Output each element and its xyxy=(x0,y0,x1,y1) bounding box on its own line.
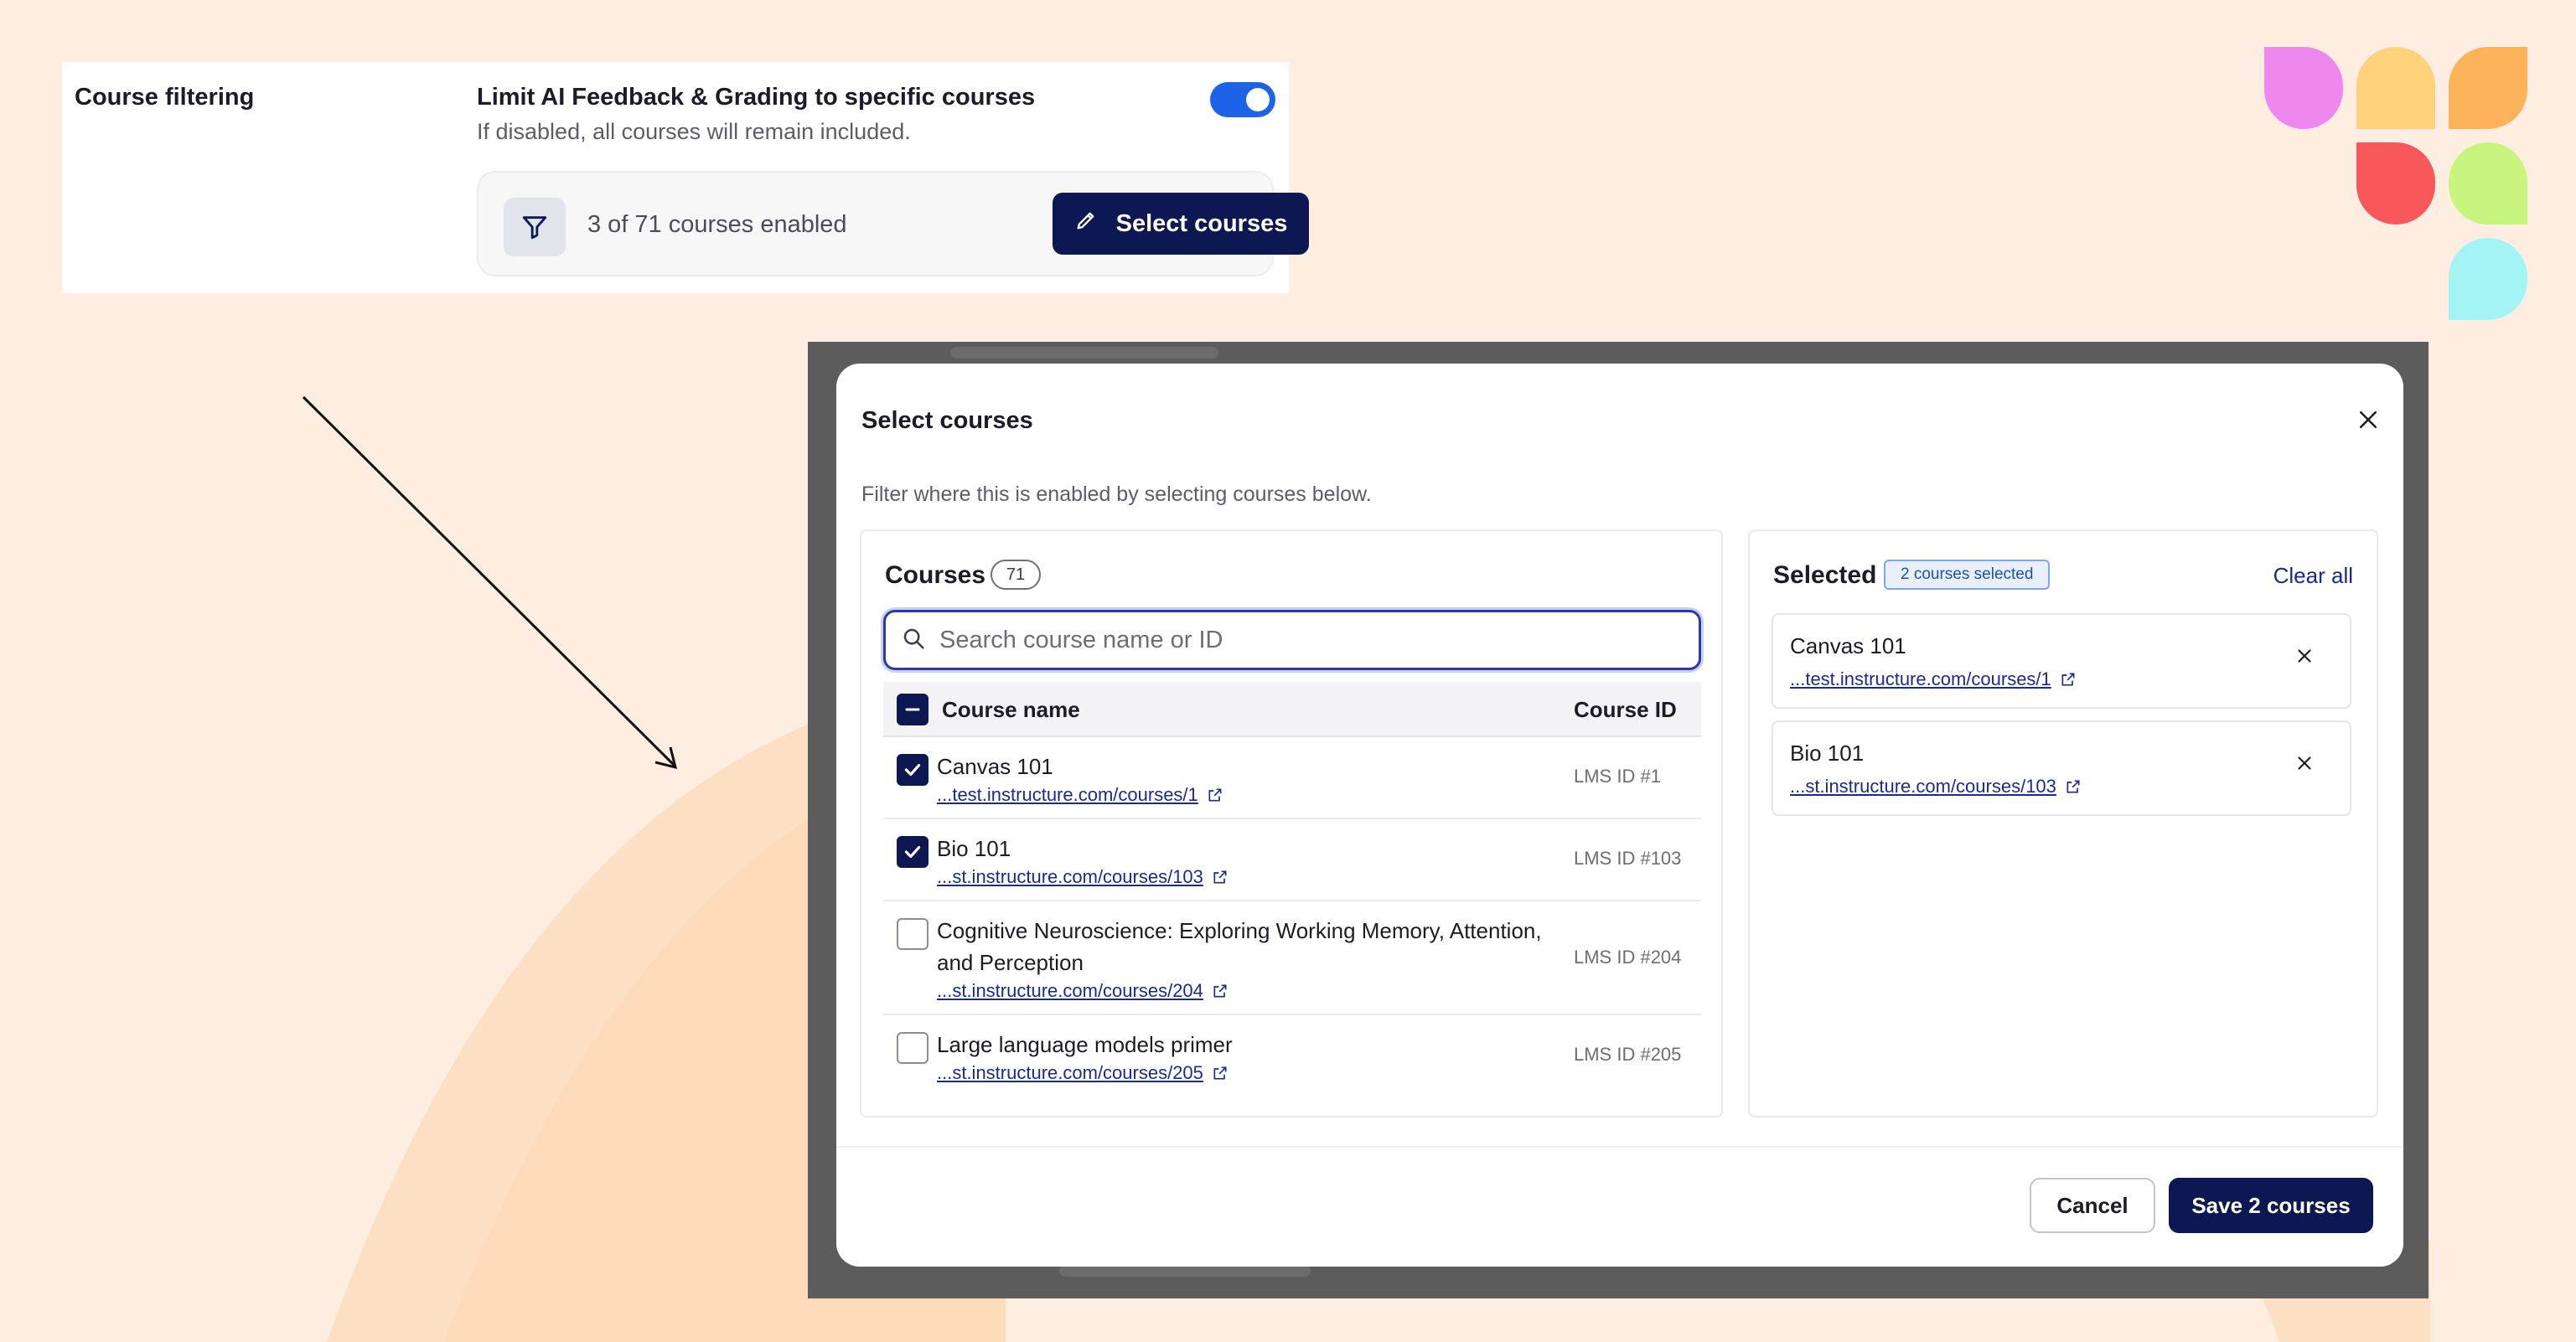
backdrop-ghost-text xyxy=(950,347,1218,359)
course-link[interactable]: ...st.instructure.com/courses/205 xyxy=(937,1062,1229,1084)
logo-red-shape xyxy=(2356,142,2435,225)
courses-enabled-summary: 3 of 71 courses enabled Select courses xyxy=(477,171,1309,276)
courses-table-header: Course name Course ID xyxy=(883,682,1701,737)
courses-enabled-count: 3 of 71 courses enabled xyxy=(587,211,847,238)
course-lms-id: LMS ID #103 xyxy=(1574,848,1682,869)
external-link-icon xyxy=(2066,780,2080,793)
modal-footer: Cancel Save 2 courses xyxy=(836,1146,2403,1267)
course-row[interactable]: Canvas 101 ...test.instructure.com/cours… xyxy=(883,737,1701,819)
logo-yellow-shape xyxy=(2356,47,2435,129)
course-checkbox[interactable] xyxy=(897,1032,928,1064)
selected-course-link[interactable]: ...test.instructure.com/courses/1 xyxy=(1790,668,2077,690)
backdrop-ghost-text xyxy=(1059,1265,1311,1277)
close-icon[interactable] xyxy=(2355,407,2382,434)
course-link[interactable]: ...test.instructure.com/courses/1 xyxy=(937,784,1223,806)
course-search-input[interactable] xyxy=(939,626,1677,654)
remove-course-close-icon[interactable] xyxy=(2293,645,2316,668)
course-filtering-settings-card: Course filtering Limit AI Feedback & Gra… xyxy=(62,62,1309,293)
modal-title: Select courses xyxy=(861,407,1033,434)
course-link[interactable]: ...st.instructure.com/courses/204 xyxy=(937,980,1229,1002)
save-courses-button[interactable]: Save 2 courses xyxy=(2169,1178,2373,1233)
course-row[interactable]: Large language models primer ...st.instr… xyxy=(883,1015,1701,1097)
course-search-box xyxy=(883,610,1701,670)
course-link[interactable]: ...st.instructure.com/courses/103 xyxy=(937,866,1229,888)
selected-count-badge: 2 courses selected xyxy=(1884,560,2051,590)
pencil-icon xyxy=(1074,209,1098,239)
selected-course-name: Canvas 101 xyxy=(1790,633,1906,658)
modal-description: Filter where this is enabled by selectin… xyxy=(861,483,1372,506)
course-name: Cognitive Neuroscience: Exploring Workin… xyxy=(937,918,1542,975)
logo-pink-shape xyxy=(2264,47,2343,129)
selected-course-card: Bio 101 ...st.instructure.com/courses/10… xyxy=(1772,720,2351,816)
external-link-icon xyxy=(1208,788,1222,802)
external-link-icon xyxy=(1213,870,1227,884)
filter-icon xyxy=(504,198,566,256)
course-lms-id: LMS ID #205 xyxy=(1574,1044,1682,1065)
setting-subtitle: If disabled, all courses will remain inc… xyxy=(477,119,911,144)
external-link-icon xyxy=(1213,984,1227,998)
selected-heading: Selected xyxy=(1773,561,1877,589)
courses-heading: Courses xyxy=(885,561,986,589)
course-name: Canvas 101 xyxy=(937,754,1053,779)
courses-panel: Courses 71 Course name Course ID Canvas … xyxy=(860,529,1723,1117)
course-row[interactable]: Cognitive Neuroscience: Exploring Workin… xyxy=(883,901,1701,1015)
course-checkbox[interactable] xyxy=(897,754,928,786)
selected-panel: Selected 2 courses selected Clear all Ca… xyxy=(1748,529,2378,1117)
external-link-icon xyxy=(1213,1066,1227,1080)
cancel-button[interactable]: Cancel xyxy=(2030,1178,2155,1233)
course-name-column-header[interactable]: Course name xyxy=(942,697,1080,723)
selected-course-card: Canvas 101 ...test.instructure.com/cours… xyxy=(1772,613,2351,709)
course-row[interactable]: Bio 101 ...st.instructure.com/courses/10… xyxy=(883,819,1701,901)
course-checkbox[interactable] xyxy=(897,836,928,868)
course-name: Large language models primer xyxy=(937,1032,1233,1057)
external-link-icon xyxy=(2061,673,2075,686)
course-lms-id: LMS ID #1 xyxy=(1574,766,1661,787)
select-courses-modal: Select courses Filter where this is enab… xyxy=(836,364,2403,1267)
limit-courses-toggle[interactable] xyxy=(1210,82,1275,117)
select-all-checkbox[interactable] xyxy=(897,694,928,725)
course-name: Bio 101 xyxy=(937,836,1011,861)
setting-title: Limit AI Feedback & Grading to specific … xyxy=(477,84,1036,111)
toggle-knob xyxy=(1246,88,1270,111)
logo-cyan-shape xyxy=(2449,238,2527,320)
search-icon xyxy=(901,626,926,655)
course-checkbox[interactable] xyxy=(897,918,928,950)
section-label: Course filtering xyxy=(75,84,255,111)
logo-orange-shape xyxy=(2449,47,2527,129)
logo-green-shape xyxy=(2449,142,2527,225)
selected-course-link[interactable]: ...st.instructure.com/courses/103 xyxy=(1790,776,2082,797)
courses-count-badge: 71 xyxy=(991,560,1041,590)
select-courses-label: Select courses xyxy=(1115,209,1288,237)
selected-course-name: Bio 101 xyxy=(1790,741,1865,766)
remove-course-close-icon[interactable] xyxy=(2293,752,2316,776)
course-id-column-header[interactable]: Course ID xyxy=(1574,697,1677,723)
select-courses-button[interactable]: Select courses xyxy=(1053,193,1309,255)
course-lms-id: LMS ID #204 xyxy=(1574,947,1682,968)
clear-all-button[interactable]: Clear all xyxy=(2273,563,2353,589)
